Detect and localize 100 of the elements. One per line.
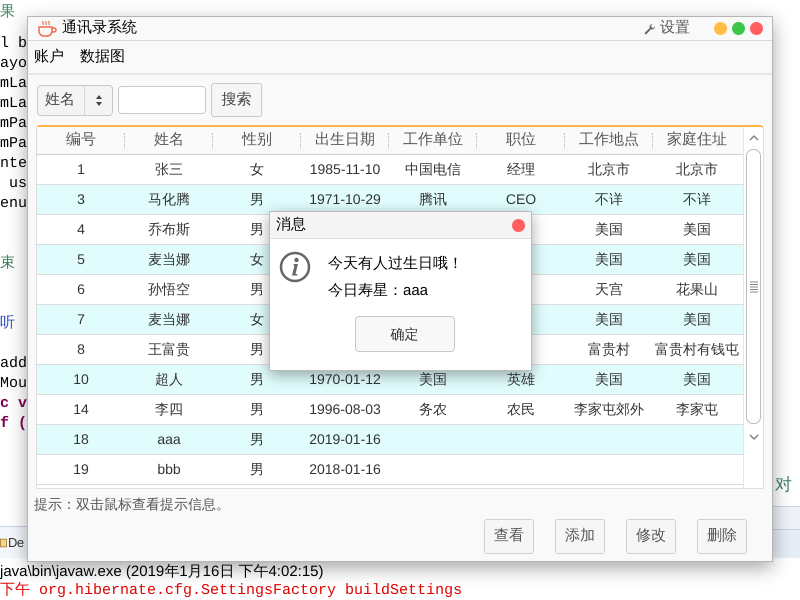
table-cell-text: 美国 (595, 250, 623, 269)
table-cell-text: 男 (250, 430, 264, 449)
field-select[interactable]: 姓名 (37, 84, 113, 116)
code-text: 听 (0, 315, 15, 332)
code-text: us (8, 175, 28, 192)
spinner-arrows-icon (94, 94, 102, 106)
table-cell-text: 不详 (595, 190, 623, 209)
menu-item[interactable]: 数据图 (80, 46, 125, 68)
table-cell-text: 经理 (507, 160, 535, 179)
code-text: nte (0, 155, 28, 172)
table-cell-text: 1971-10-29 (309, 190, 381, 209)
code-text: 果 (0, 4, 15, 21)
code-text: mLa (0, 75, 28, 92)
table-cell-text: 麦当娜 (148, 310, 190, 329)
search-button[interactable]: 搜索 (211, 83, 262, 117)
table-cell-text: 6 (77, 280, 85, 299)
table-cell-text: 美国 (683, 310, 711, 329)
code-text: l b (0, 35, 28, 52)
table-cell-text: 孙悟空 (148, 280, 190, 299)
table-cell-text: 乔布斯 (148, 220, 190, 239)
scroll-up-icon[interactable] (748, 135, 758, 141)
message-text: 今天有人过生日哦！ (328, 254, 463, 274)
message-text: 今日寿星：aaa (328, 280, 430, 300)
table-cell-text: 男 (250, 400, 264, 419)
dialog-title: 消息 (276, 214, 307, 235)
table-cell-text: 男 (250, 340, 264, 359)
column-header[interactable]: 编号 (66, 129, 96, 152)
table-cell-text: 腾讯 (419, 190, 447, 209)
table-cell-text: 2019-01-16 (309, 430, 381, 449)
table-cell-text: 王富贵 (148, 340, 190, 359)
close-button[interactable] (750, 22, 763, 35)
column-header[interactable]: 职位 (506, 129, 536, 152)
table-cell-text: 10 (73, 370, 89, 389)
table-cell-text: 男 (250, 190, 264, 209)
settings-menu[interactable]: 设置 (660, 17, 690, 40)
scrollbar-thumb[interactable] (746, 149, 761, 424)
close-button[interactable] (512, 218, 525, 232)
code-text: mPa (0, 115, 28, 132)
table-cell-text: aaa (157, 430, 181, 449)
coffee-cup-icon (37, 20, 57, 38)
search-field[interactable] (118, 86, 206, 114)
code-text: add (0, 355, 28, 372)
console-line: 下午 org.hibernate.cfg.SettingsFactory buildSettings (0, 582, 464, 600)
table-cell-text: 1 (77, 160, 85, 179)
table-cell-text: 1970-01-12 (309, 370, 381, 389)
table-cell-text: 1996-08-03 (309, 400, 381, 419)
table-cell-text: 7 (77, 310, 85, 329)
column-header[interactable]: 工作地点 (579, 129, 639, 152)
table-cell-text: 富贵村有钱屯 (655, 340, 739, 359)
code-text: 对 (775, 475, 792, 494)
code-text: c v (0, 395, 28, 412)
table-cell-text: 19 (73, 460, 89, 479)
table-cell-text: 3 (77, 190, 85, 209)
action-button[interactable]: 添加 (555, 519, 605, 554)
table-cell-text: 不详 (683, 190, 711, 209)
menu-item[interactable]: 账户 (34, 46, 64, 68)
table-cell-text: 花果山 (676, 280, 718, 299)
scroll-down-icon[interactable] (748, 434, 758, 440)
column-header[interactable]: 出生日期 (315, 129, 375, 152)
code-text: ayo (0, 55, 28, 72)
action-button[interactable]: 删除 (697, 519, 747, 554)
table-cell-text: 2018-01-16 (309, 460, 381, 479)
ok-button[interactable]: 确定 (354, 316, 454, 352)
table-cell-text: 美国 (419, 370, 447, 389)
table-cell-text: 天宫 (595, 280, 623, 299)
column-header[interactable]: 性别 (242, 129, 272, 152)
table-cell-text: 男 (250, 460, 264, 479)
table-cell-text: 张三 (155, 160, 183, 179)
column-header[interactable]: 工作单位 (403, 129, 463, 152)
table-cell-text: 李四 (155, 400, 183, 419)
table-cell-text: 马化腾 (148, 190, 190, 209)
table-cell-text: 5 (77, 250, 85, 269)
declaration-tab[interactable]: De (0, 527, 27, 558)
table-cell-text: 务农 (419, 400, 447, 419)
hint-text: 提示：双击鼠标查看提示信息。 (34, 495, 231, 514)
table-cell-text: 男 (250, 280, 264, 299)
action-button[interactable]: 修改 (626, 519, 676, 554)
table-cell-text: 4 (77, 220, 85, 239)
table-cell-text: bbb (157, 460, 181, 479)
table-cell-text: 农民 (507, 400, 535, 419)
table-cell-text: 麦当娜 (148, 250, 190, 269)
table-cell-text: 美国 (683, 220, 711, 239)
table-cell-text: 美国 (683, 370, 711, 389)
column-header[interactable]: 家庭住址 (667, 129, 727, 152)
table-cell-text: 英雄 (507, 370, 535, 389)
table-cell-text: 男 (250, 220, 264, 239)
table-cell-text: 李家屯 (676, 400, 718, 419)
code-text: mPa (0, 135, 28, 152)
column-header[interactable]: 姓名 (154, 129, 184, 152)
action-button[interactable]: 查看 (484, 519, 534, 554)
table-cell-text: 富贵村 (588, 340, 630, 359)
table-cell-text: 女 (250, 250, 264, 269)
minimize-button[interactable] (714, 22, 727, 35)
table-cell-text: CEO (506, 190, 536, 209)
code-text: f ( (0, 415, 28, 432)
info-icon (279, 251, 311, 283)
maximize-button[interactable] (732, 22, 745, 35)
table-cell-text: 李家屯郊外 (574, 400, 644, 419)
table-cell-text: 中国电信 (405, 160, 461, 179)
table-cell-text: 美国 (683, 250, 711, 269)
